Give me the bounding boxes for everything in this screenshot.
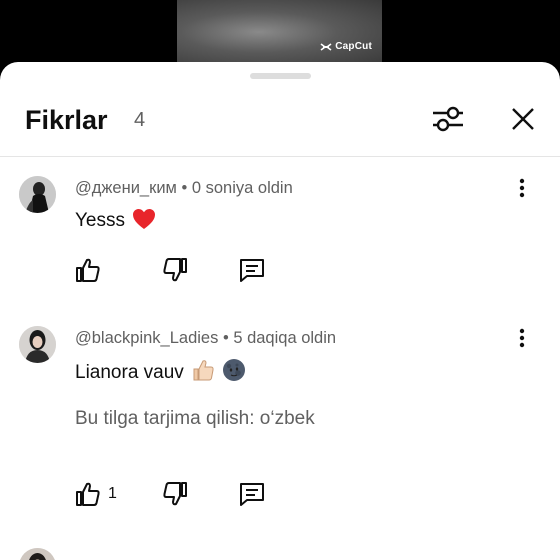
header-divider: [0, 156, 560, 157]
comment-time: 0 soniya oldin: [191, 179, 293, 197]
reply-comment-icon: [240, 483, 264, 506]
comment-item: @blackpink_Ladies • 5 daqiqa oldin Liano…: [0, 326, 560, 526]
comment-item: @джени_ким • 0 soniya oldin Yesss: [0, 176, 560, 296]
like-button[interactable]: 1: [75, 480, 117, 508]
like-button[interactable]: [75, 256, 108, 284]
comments-header: Fikrlar 4: [0, 92, 560, 156]
comment-text-body: Yesss: [75, 210, 125, 231]
thumbs-down-icon: [163, 258, 187, 282]
close-button[interactable]: [506, 102, 540, 136]
comment-meta: @blackpink_Ladies • 5 daqiqa oldin: [75, 329, 336, 348]
close-icon: [512, 108, 534, 130]
thumbs-up-icon: [76, 258, 100, 282]
red-heart-icon: [133, 209, 156, 229]
new-moon-face-icon: [223, 359, 246, 381]
comment-more-button[interactable]: [510, 176, 534, 200]
sort-filter-button[interactable]: [431, 102, 465, 136]
watermark-text: CapCut: [335, 41, 372, 52]
meta-separator: •: [181, 179, 188, 197]
capcut-logo-icon: [320, 42, 332, 51]
thumbs-up-emoji-icon: [193, 360, 214, 381]
avatar[interactable]: [19, 326, 56, 363]
comment-more-button[interactable]: [510, 326, 534, 350]
comment-text-body: Lianora vauv: [75, 362, 184, 383]
reply-comment-icon: [240, 259, 264, 282]
translate-link[interactable]: Bu tilga tarjima qilish: o‘zbek: [75, 408, 315, 430]
dislike-button[interactable]: [162, 480, 188, 508]
drag-handle[interactable]: [250, 73, 311, 79]
comments-count: 4: [134, 109, 146, 131]
comment-text: Yesss: [75, 208, 156, 232]
comment-author[interactable]: @джени_ким: [75, 179, 177, 197]
comments-title: Fikrlar: [25, 105, 108, 135]
video-player-area[interactable]: CapCut: [0, 0, 560, 64]
avatar[interactable]: [19, 176, 56, 213]
thumbs-down-icon: [163, 482, 187, 506]
more-vertical-icon: [519, 178, 525, 198]
comments-sheet: Fikrlar 4 @джени_ким • 0 soniya oldin Ye…: [0, 62, 560, 560]
like-count: 1: [108, 485, 117, 502]
comment-text: Lianora vauv: [75, 358, 246, 384]
sliders-icon: [433, 106, 463, 132]
video-frame[interactable]: CapCut: [177, 0, 382, 64]
comment-meta: @джени_ким • 0 soniya oldin: [75, 179, 293, 198]
meta-separator: •: [222, 329, 229, 347]
comment-author[interactable]: @blackpink_Ladies: [75, 329, 218, 347]
capcut-watermark: CapCut: [320, 41, 372, 52]
more-vertical-icon: [519, 328, 525, 348]
avatar[interactable]: [19, 548, 56, 560]
thumbs-up-icon: [76, 482, 100, 506]
reply-button[interactable]: [238, 256, 266, 284]
reply-button[interactable]: [238, 480, 266, 508]
dislike-button[interactable]: [162, 256, 188, 284]
comment-time: 5 daqiqa oldin: [233, 329, 337, 347]
